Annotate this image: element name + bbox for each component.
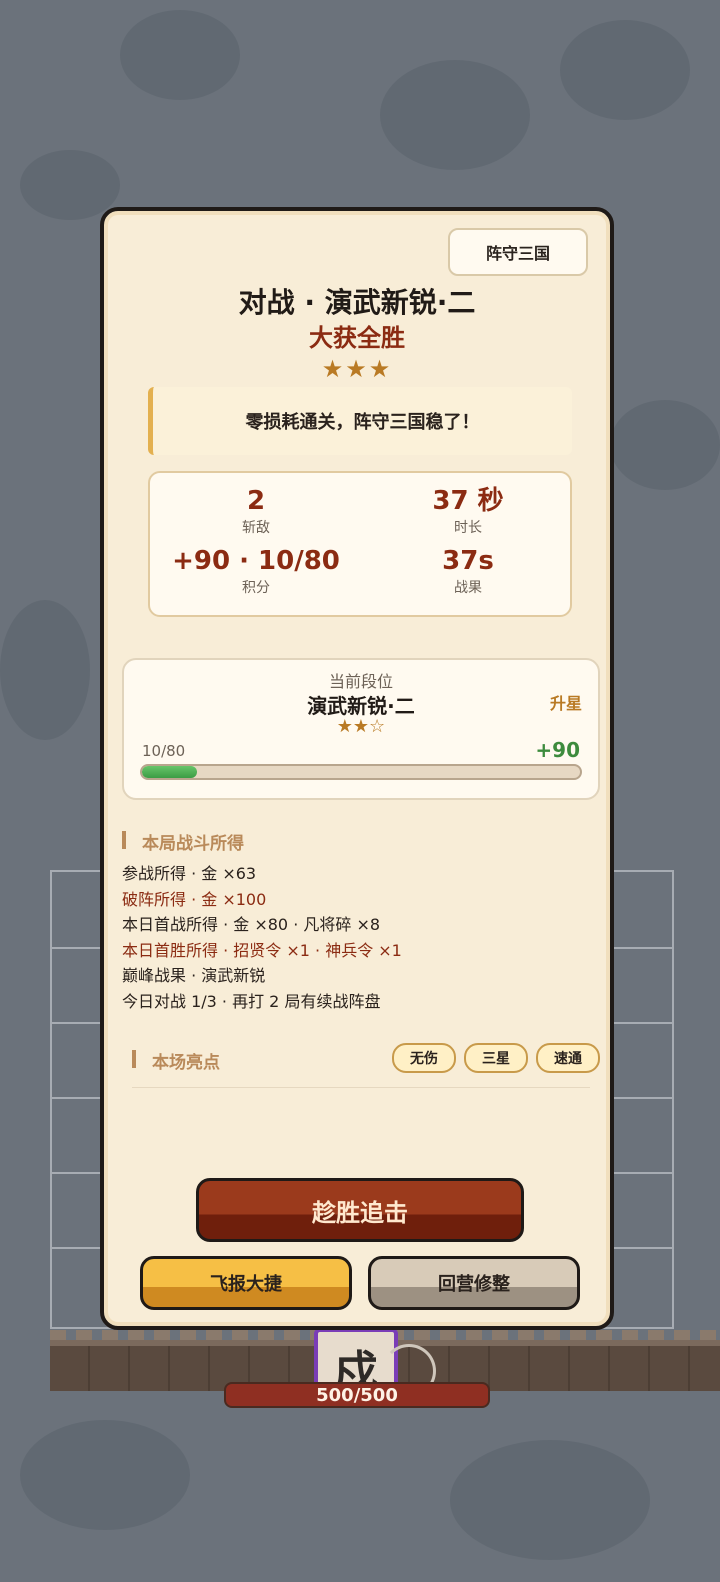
reward-line: 本日首战所得 · 金 ×80 · 凡将碎 ×8	[122, 915, 381, 934]
share-victory-button[interactable]: 飞报大捷	[140, 1256, 352, 1310]
reward-line: 本日首胜所得 · 招贤令 ×1 · 神兵令 ×1	[122, 940, 402, 960]
rank-name: 演武新锐·二	[307, 694, 415, 718]
match-title: 对战 · 演武新锐·二	[238, 286, 476, 319]
pursue-button-label: 趁胜追击	[312, 1198, 408, 1227]
stat-points-label: 积分	[242, 580, 270, 596]
rewards-heading: 本局战斗所得	[122, 829, 244, 854]
stat-kills-value: 2	[246, 486, 266, 516]
highlights-heading: 本场亮点	[132, 1048, 220, 1073]
stats-panel: 2 斩敌 37 秒 时长 +90 · 10/80 积分 37s 战果	[148, 471, 572, 617]
result-banner: 零损耗通关，阵守三国稳了！	[148, 387, 572, 455]
rank-progress-fill	[142, 766, 197, 778]
unit-hp-text: 500/500	[316, 1384, 398, 1406]
highlight-chip: 无伤	[392, 1043, 456, 1073]
result-stars: ★★★	[321, 355, 393, 383]
highlight-chip: 速通	[536, 1043, 600, 1073]
rank-upgrade-label: 升星	[549, 694, 582, 713]
stat-duration: 37 秒 时长	[362, 485, 574, 539]
rank-caption: 当前段位	[328, 672, 393, 691]
return-camp-button[interactable]: 回营修整	[368, 1256, 580, 1310]
rank-gain: +90	[535, 738, 580, 762]
rank-progress-bar	[140, 764, 582, 780]
highlight-chips: 无伤 三星 速通	[392, 1043, 600, 1073]
unit-hp-bar: 500/500	[224, 1382, 490, 1408]
stat-kills: 2 斩敌	[150, 485, 362, 539]
stat-points: +90 · 10/80 积分	[150, 545, 362, 599]
highlights-row: 本场亮点 无伤 三星 速通	[132, 1043, 600, 1088]
stat-duration-value: 37 秒	[432, 486, 504, 516]
return-camp-button-label: 回营修整	[438, 1274, 510, 1295]
result-text: 大获全胜	[309, 324, 405, 352]
reward-line: 今日对战 1/3 · 再打 2 局有续战阵盘	[122, 991, 381, 1011]
reward-line: 参战所得 · 金 ×63	[122, 864, 257, 883]
pursue-button[interactable]: 趁胜追击	[196, 1178, 524, 1242]
stat-duration-label: 时长	[454, 520, 482, 536]
mode-tag: 阵守三国	[448, 228, 588, 276]
rank-stars: ★★☆	[336, 716, 386, 737]
reward-line: 破阵所得 · 金 ×100	[122, 889, 267, 909]
stat-points-value: +90 · 10/80	[172, 546, 340, 576]
rank-progress-text: 10/80	[142, 742, 186, 760]
highlight-chip: 三星	[464, 1043, 528, 1073]
share-victory-button-label: 飞报大捷	[210, 1274, 282, 1295]
rewards-list: 参战所得 · 金 ×63 破阵所得 · 金 ×100 本日首战所得 · 金 ×80 …	[122, 861, 600, 1014]
stat-record-label: 战果	[454, 580, 482, 596]
reward-line: 巅峰战果 · 演武新锐	[122, 966, 266, 985]
stat-record: 37s 战果	[362, 545, 574, 599]
result-modal: 阵守三国 对战 · 演武新锐·二 大获全胜 ★★★ 零损耗通关，阵守三国稳了！ …	[100, 207, 614, 1330]
stat-record-value: 37s	[442, 546, 494, 576]
stat-kills-label: 斩敌	[242, 520, 270, 536]
rank-panel: 当前段位 演武新锐·二 ★★☆ 升星 10/80 +90	[122, 658, 600, 800]
